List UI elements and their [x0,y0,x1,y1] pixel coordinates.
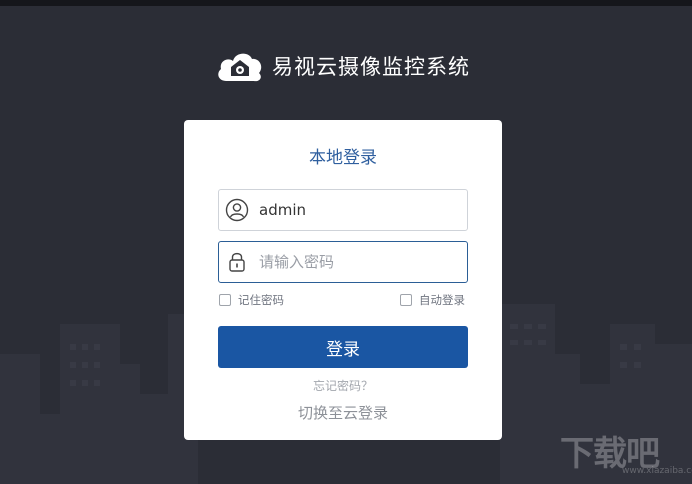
password-field[interactable] [218,241,468,283]
lock-icon [229,252,245,272]
remember-password-option[interactable]: 记住密码 [219,292,284,308]
app-title: 易视云摄像监控系统 [272,55,470,79]
watermark-logo: 下载吧 www.xiazaiba.com [560,422,692,478]
forgot-password-link[interactable]: 忘记密码？ [184,377,502,394]
login-card: 本地登录 记住密码 自动登录 登录 忘记密码？ 切换至云登录 [184,120,502,440]
remember-password-checkbox[interactable] [219,294,231,306]
watermark-url: www.xiazaiba.com [622,466,692,476]
remember-password-label: 记住密码 [238,293,284,307]
switch-to-cloud-login-link[interactable]: 切换至云登录 [184,402,502,423]
login-button[interactable]: 登录 [218,326,468,368]
auto-login-option[interactable]: 自动登录 [400,292,465,308]
user-icon [225,198,249,222]
username-input[interactable] [259,195,459,225]
auto-login-label: 自动登录 [419,293,465,307]
top-strip [0,0,692,6]
login-title: 本地登录 [309,148,377,168]
brand-header: 易视云摄像监控系统 [216,47,470,85]
cloud-camera-logo-icon [218,53,262,82]
auto-login-checkbox[interactable] [400,294,412,306]
password-input[interactable] [259,247,459,277]
username-field[interactable] [218,189,468,231]
